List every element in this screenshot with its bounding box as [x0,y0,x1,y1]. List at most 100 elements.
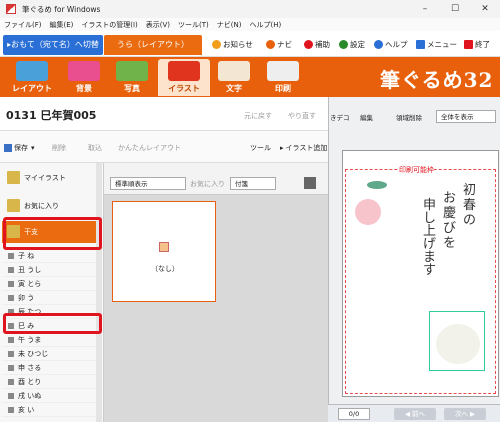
maximize-button[interactable]: ☐ [440,0,470,18]
illust-thumbnail[interactable]: （なし） [112,201,216,302]
menu-tools[interactable]: ツール(T) [178,20,209,30]
ribbon-print-button[interactable]: 印刷 [257,59,309,96]
undo-button[interactable]: 元に戻す [244,111,272,121]
ribbon-layout-button[interactable]: レイアウト [6,59,58,96]
save-button[interactable]: 保存 ▾ [4,143,35,153]
category-favorites[interactable]: お気に入り [2,195,98,217]
brand-logo: 筆ぐるめ32 [380,68,494,92]
placeholder-icon [159,242,169,252]
menu-illust-manage[interactable]: イラストの管理(I) [81,20,137,30]
flower-icon [355,199,381,225]
list-item[interactable]: 戌 いぬ [2,389,98,404]
pager-bar: 0/0 ◀ 前へ 次へ ▶ [328,404,500,422]
postcard-preview[interactable]: 印刷可能枠 初春の お慶びを 申し上げます [342,150,499,397]
area-delete-button[interactable]: 領域削除 [396,112,422,122]
window-title: 筆ぐるめ for Windows [22,4,101,14]
menu-edit[interactable]: 編集(E) [50,20,74,30]
scrollbar[interactable] [96,163,102,422]
background-icon [68,61,100,81]
page-count: 0/0 [338,408,370,420]
zoom-dropdown[interactable]: 全体を表示 [436,110,496,123]
tab-layout[interactable]: うら（レイアウト） [104,35,202,55]
ribbon-background-button[interactable]: 背景 [58,59,110,96]
floppy-icon [4,144,12,152]
pine-icon [367,181,387,189]
close-icon [464,40,473,49]
illust-toolbar: 保存 ▾ 削除 取込 かんたんレイアウト ツール ▸ イラスト追加 [0,131,328,163]
menu-bar: ファイル(F) 編集(E) イラストの管理(I) 表示(V) ツール(T) ナビ… [0,18,500,31]
mode-row: ▸おもて（宛て名）へ切替 うら（レイアウト） お知らせ ナビ 補助 設定 ヘルプ… [0,31,500,57]
edit-menu[interactable]: 編集 [360,112,373,122]
list-item[interactable]: 丑 うし [2,263,98,278]
list-item[interactable]: 午 うま [2,333,98,348]
category-my-illust[interactable]: マイイラスト [2,167,98,189]
ribbon-text-button[interactable]: 文字 [208,59,260,96]
snake-illust-frame[interactable] [429,311,485,371]
exit-button[interactable]: 終了 [464,39,490,50]
grid-view-icon[interactable] [304,177,316,189]
question-icon [374,40,383,49]
list-item[interactable]: 酉 とり [2,375,98,390]
folder-icon [7,199,20,212]
document-header: 0131 巳年賀005 元に戻す やり直す [0,97,328,131]
list-icon [416,40,425,49]
bell-icon [212,40,221,49]
prev-button[interactable]: ◀ 前へ [394,408,436,420]
folder-icon [7,171,20,184]
delete-button[interactable]: 削除 [52,143,66,153]
list-item[interactable]: 未 ひつじ [2,347,98,362]
print-frame-label: 印刷可能枠 [399,165,434,175]
watermelon-icon [168,61,200,81]
add-illust-button[interactable]: ▸ イラスト追加 [280,143,327,153]
next-button[interactable]: 次へ ▶ [444,408,486,420]
settings-button[interactable]: 設定 [339,39,365,50]
snake-icon [436,324,480,364]
menu-view[interactable]: 表示(V) [146,20,170,30]
list-item[interactable]: 申 さる [2,361,98,376]
navi-button[interactable]: ナビ [266,39,292,50]
gear-icon [339,40,348,49]
sort-dropdown[interactable]: 標準順表示 [110,177,186,190]
printer-icon [267,61,299,81]
list-item[interactable]: 卯 う [2,291,98,306]
brush-text-icon [218,61,250,81]
menu-button[interactable]: メニュー [416,39,457,50]
favorite-filter[interactable]: お気に入り [190,179,225,189]
attach-dropdown[interactable]: 付箋 [230,177,276,190]
category-panel: マイイラスト お気に入り 干支 子 ね 丑 うし 寅 とら 卯 う 辰 たつ 巳… [0,163,104,422]
photo-icon [116,61,148,81]
ribbon-illust-button[interactable]: イラスト [158,59,210,96]
redo-button[interactable]: やり直す [288,111,316,121]
menu-help[interactable]: ヘルプ(H) [250,20,282,30]
list-item[interactable]: 子 ね [2,249,98,264]
tab-deco[interactable]: きデコ [330,112,350,122]
cross-icon [304,40,313,49]
menu-navi[interactable]: ナビ(N) [217,20,242,30]
list-item[interactable]: 寅 とら [2,277,98,292]
thumbnail-label: （なし） [151,265,179,273]
greeting-column-2: お慶びを [443,191,457,251]
news-button[interactable]: お知らせ [212,39,253,50]
title-bar: 筆ぐるめ for Windows – ☐ ✕ [0,0,500,18]
minimize-button[interactable]: – [410,0,440,18]
tools-button[interactable]: ツール [250,143,271,153]
pencil-icon [266,40,275,49]
app-icon [6,4,16,14]
list-item[interactable]: 亥 い [2,403,98,418]
switch-to-address-button[interactable]: ▸おもて（宛て名）へ切替 [3,35,103,55]
highlight-snake [3,313,102,334]
menu-file[interactable]: ファイル(F) [4,20,42,30]
main-ribbon: レイアウト 背景 写真 イラスト 文字 印刷 筆ぐるめ32 [0,57,500,97]
import-button[interactable]: 取込 [88,143,102,153]
illust-grid-toolbar: 標準順表示 お気に入り 付箋 [104,163,328,195]
aid-button[interactable]: 補助 [304,39,330,50]
easy-layout-button[interactable]: かんたんレイアウト [118,143,181,153]
ribbon-photo-button[interactable]: 写真 [106,59,158,96]
help-button[interactable]: ヘルプ [374,39,408,50]
highlight-eto [3,217,102,250]
close-button[interactable]: ✕ [470,0,500,18]
preview-toolbar: きデコ 編集 領域削除 全体を表示 [328,110,500,124]
document-title: 0131 巳年賀005 [6,109,97,122]
greeting-column-3: 申し上げます [423,198,437,278]
layout-icon [16,61,48,81]
